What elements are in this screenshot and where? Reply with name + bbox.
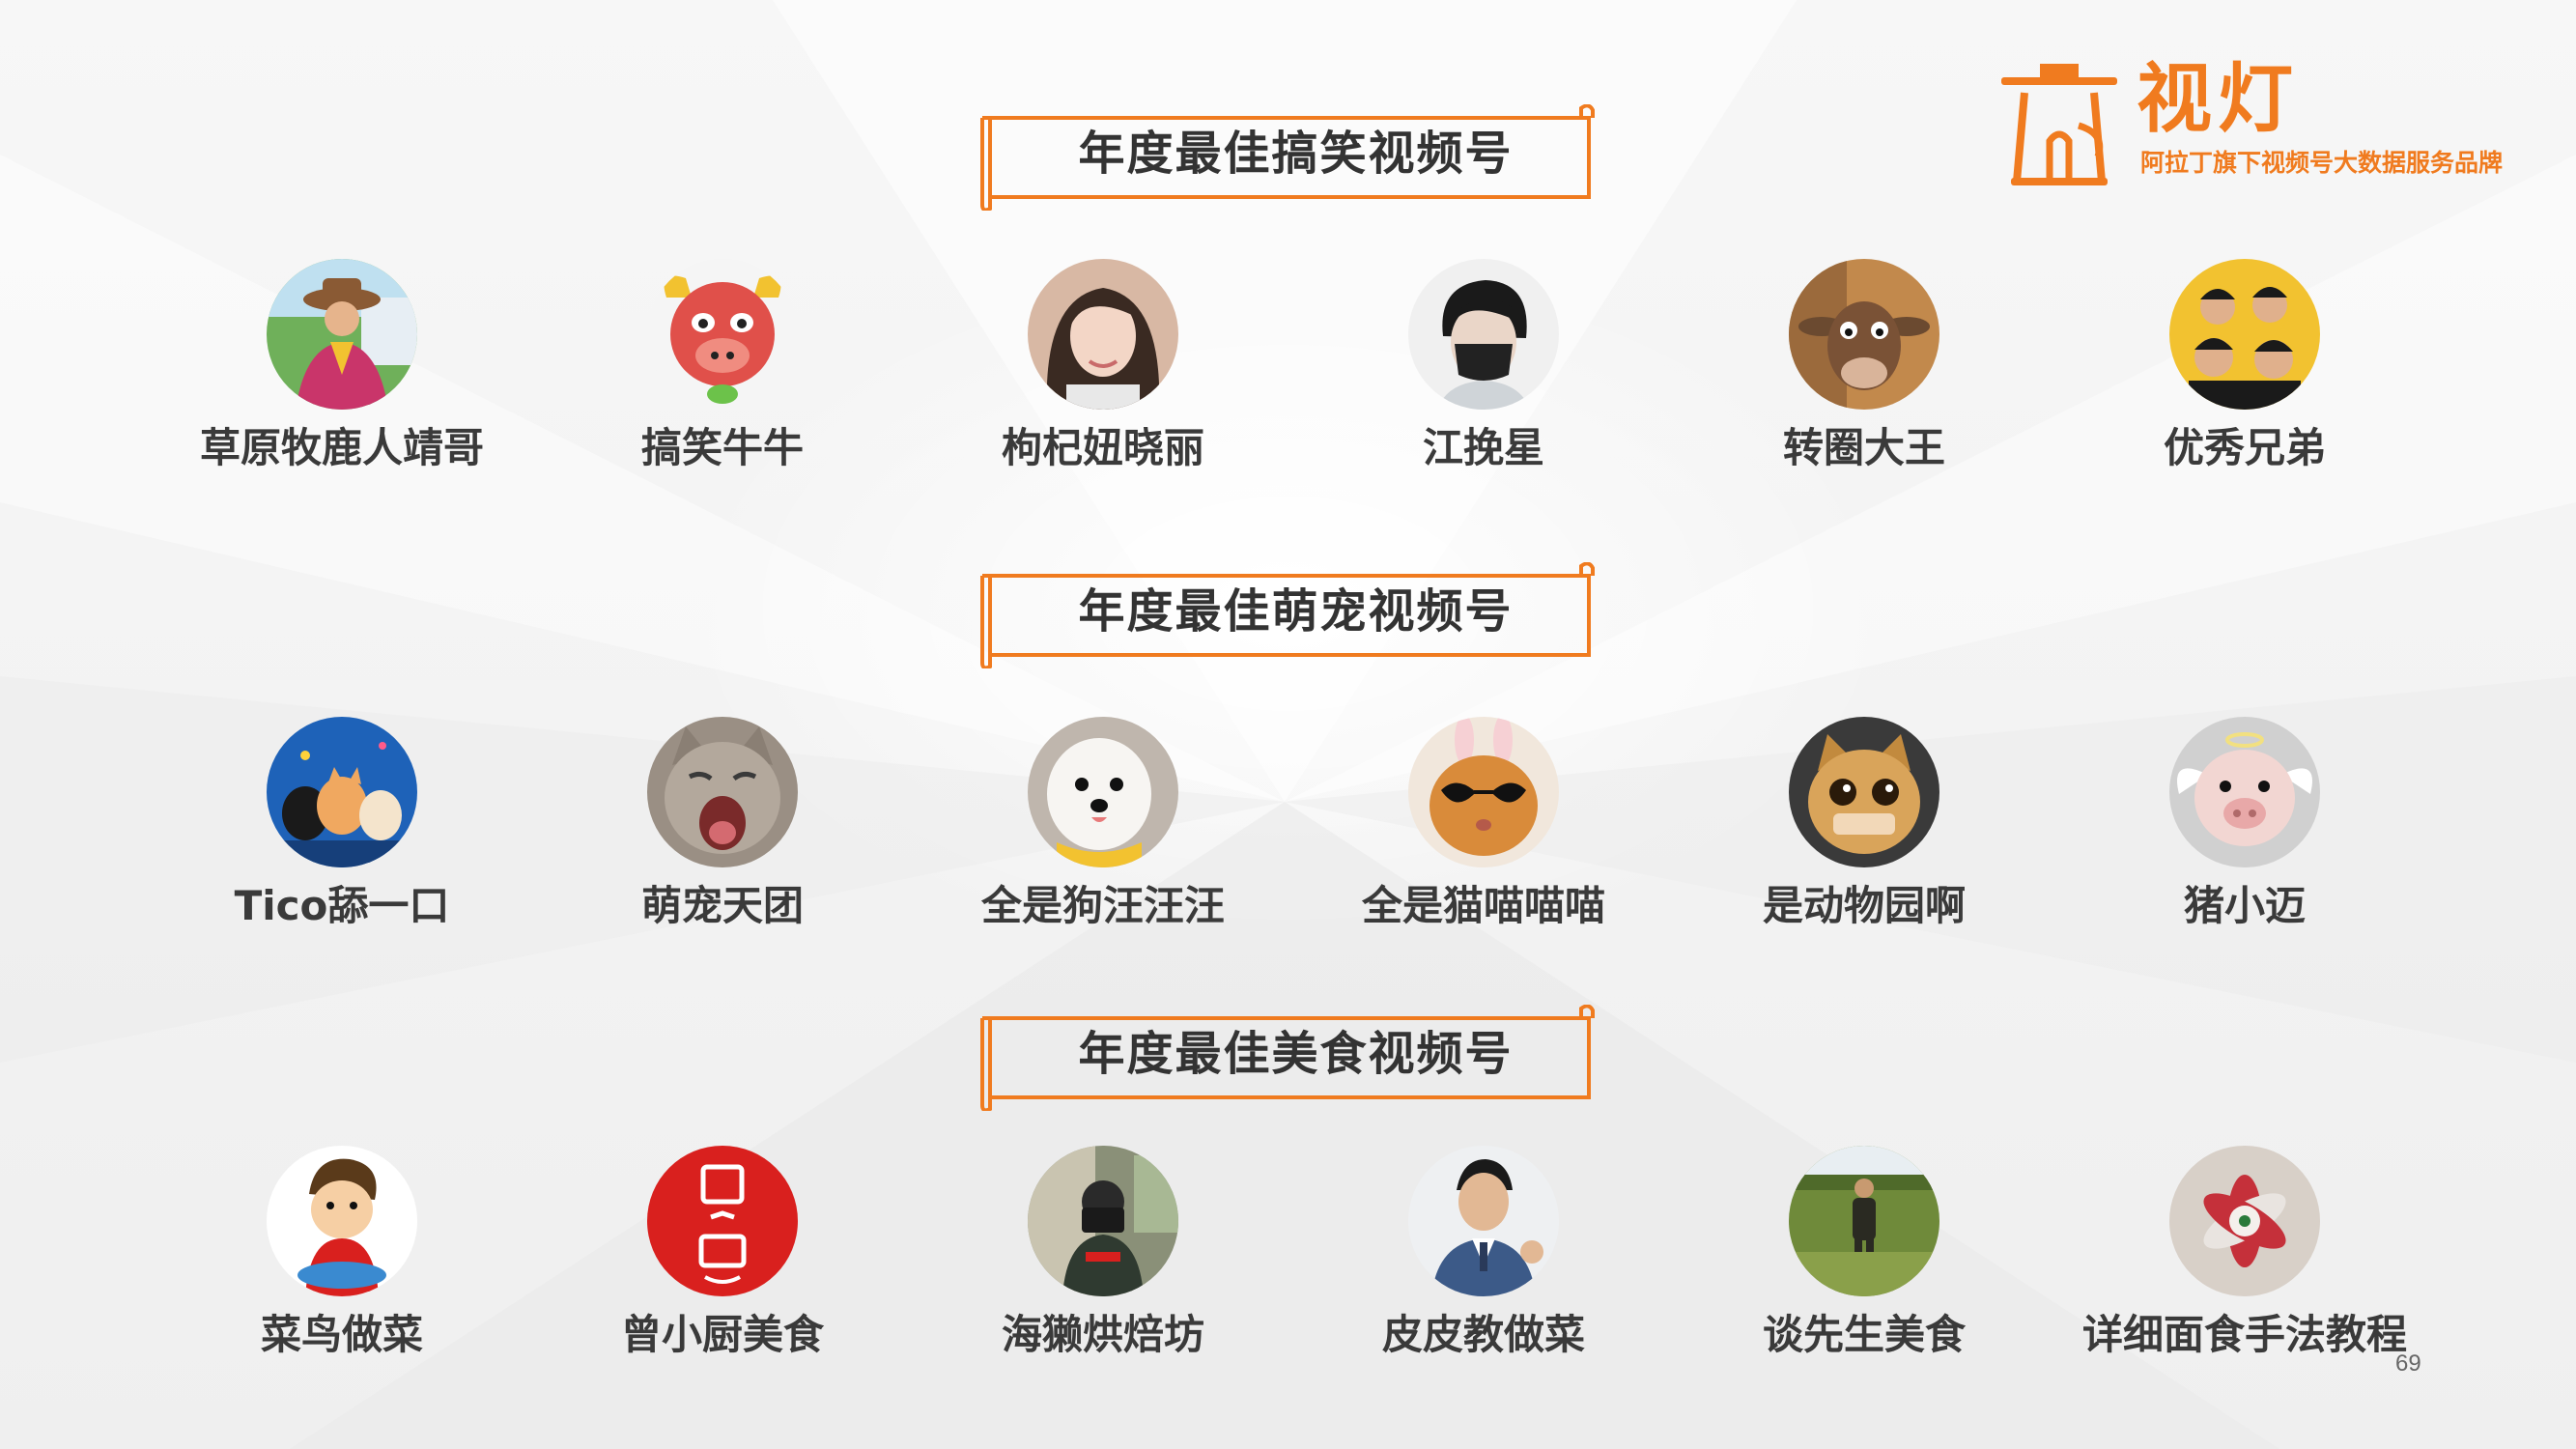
account-name: 曾小厨美食 — [620, 1311, 824, 1358]
section-title-food: 年度最佳美食视频号 — [971, 1005, 1603, 1111]
section-title-text: 年度最佳萌宠视频号 — [1078, 584, 1514, 639]
cartoon-chef-avatar[interactable] — [267, 1146, 417, 1296]
cat-yawning-avatar[interactable] — [647, 717, 798, 867]
lighthouse-icon — [2001, 64, 2117, 185]
account-card[interactable]: 枸杞妞晓丽 — [913, 259, 1293, 481]
award-row-funny: 草原牧鹿人靖哥 搞笑牛牛 枸杞妞晓丽 江挽星 转圈大王 优秀兄弟 — [0, 259, 2576, 481]
account-name: 全是猫喵喵喵 — [1361, 882, 1605, 929]
account-card[interactable]: 是动物园啊 — [1674, 717, 2054, 939]
account-card[interactable]: 全是猫喵喵喵 — [1293, 717, 1674, 939]
person-photo-avatar[interactable] — [267, 259, 417, 410]
account-name: 江挽星 — [1422, 424, 1544, 471]
section-title-pets: 年度最佳萌宠视频号 — [971, 562, 1603, 668]
account-card[interactable]: 转圈大王 — [1674, 259, 2054, 481]
dog-avatar[interactable] — [1028, 717, 1178, 867]
account-name: 菜鸟做菜 — [260, 1311, 423, 1358]
brand-name: 视灯 — [2137, 56, 2300, 143]
section-title-text: 年度最佳美食视频号 — [1078, 1027, 1514, 1081]
account-card[interactable]: 猪小迈 — [2054, 717, 2435, 939]
section-title-text: 年度最佳搞笑视频号 — [1078, 127, 1514, 181]
account-card[interactable]: 草原牧鹿人靖哥 — [152, 259, 532, 481]
dough-flower-avatar[interactable] — [2169, 1146, 2320, 1296]
account-card[interactable]: 皮皮教做菜 — [1293, 1146, 1674, 1368]
award-row-food: 菜鸟做菜 曾小厨美食 海獭烘焙坊 皮皮教做菜 谈先生美食 详细面食手法教程 — [0, 1146, 2576, 1368]
cat-sunglasses-avatar[interactable] — [1408, 717, 1559, 867]
cartoon-cow-avatar[interactable] — [1789, 259, 1939, 410]
red-logo-avatar[interactable] — [647, 1146, 798, 1296]
account-name: 皮皮教做菜 — [1381, 1311, 1585, 1358]
account-card[interactable]: 曾小厨美食 — [532, 1146, 913, 1368]
person-masked-avatar[interactable] — [1408, 259, 1559, 410]
person-camera-avatar[interactable] — [1028, 1146, 1178, 1296]
account-name: 谈先生美食 — [1762, 1311, 1966, 1358]
account-name: 搞笑牛牛 — [640, 424, 804, 471]
account-card[interactable]: 菜鸟做菜 — [152, 1146, 532, 1368]
account-card[interactable]: 江挽星 — [1293, 259, 1674, 481]
account-card[interactable]: 详细面食手法教程 — [2054, 1146, 2435, 1368]
person-field-avatar[interactable] — [1789, 1146, 1939, 1296]
pig-avatar[interactable] — [2169, 717, 2320, 867]
award-row-pets: Tico舔一口 萌宠天团 全是狗汪汪汪 全是猫喵喵喵 是动物园啊 猪小迈 — [0, 717, 2576, 939]
account-name: 详细面食手法教程 — [2081, 1311, 2407, 1358]
cats-avatar[interactable] — [267, 717, 417, 867]
account-card[interactable]: Tico舔一口 — [152, 717, 532, 939]
account-card[interactable]: 萌宠天团 — [532, 717, 913, 939]
person-suit-avatar[interactable] — [1408, 1146, 1559, 1296]
account-card[interactable]: 全是狗汪汪汪 — [913, 717, 1293, 939]
group-photo-avatar[interactable] — [2169, 259, 2320, 410]
account-name: 转圈大王 — [1782, 424, 1945, 471]
account-name: 猪小迈 — [2183, 882, 2306, 929]
account-name: 全是狗汪汪汪 — [980, 882, 1225, 929]
brand-tagline: 阿拉丁旗下视频号大数据服务品牌 — [2140, 149, 2504, 177]
account-name: 海獭烘焙坊 — [1001, 1311, 1204, 1358]
cat-cartoon-avatar[interactable] — [1789, 717, 1939, 867]
account-card[interactable]: 搞笑牛牛 — [532, 259, 913, 481]
account-name: 草原牧鹿人靖哥 — [199, 424, 484, 471]
account-name: 枸杞妞晓丽 — [1001, 424, 1204, 471]
section-title-funny: 年度最佳搞笑视频号 — [971, 104, 1603, 211]
person-photo-avatar[interactable] — [1028, 259, 1178, 410]
brand-logo: 视灯 阿拉丁旗下视频号大数据服务品牌 — [2001, 56, 2523, 191]
page-number: 69 — [2395, 1350, 2421, 1377]
account-name: 优秀兄弟 — [2163, 424, 2326, 471]
account-card[interactable]: 优秀兄弟 — [2054, 259, 2435, 481]
account-card[interactable]: 海獭烘焙坊 — [913, 1146, 1293, 1368]
cartoon-bull-avatar[interactable] — [647, 259, 798, 410]
account-name: 萌宠天团 — [640, 882, 804, 929]
account-card[interactable]: 谈先生美食 — [1674, 1146, 2054, 1368]
account-name: 是动物园啊 — [1762, 882, 1966, 929]
account-name: Tico舔一口 — [234, 882, 450, 929]
